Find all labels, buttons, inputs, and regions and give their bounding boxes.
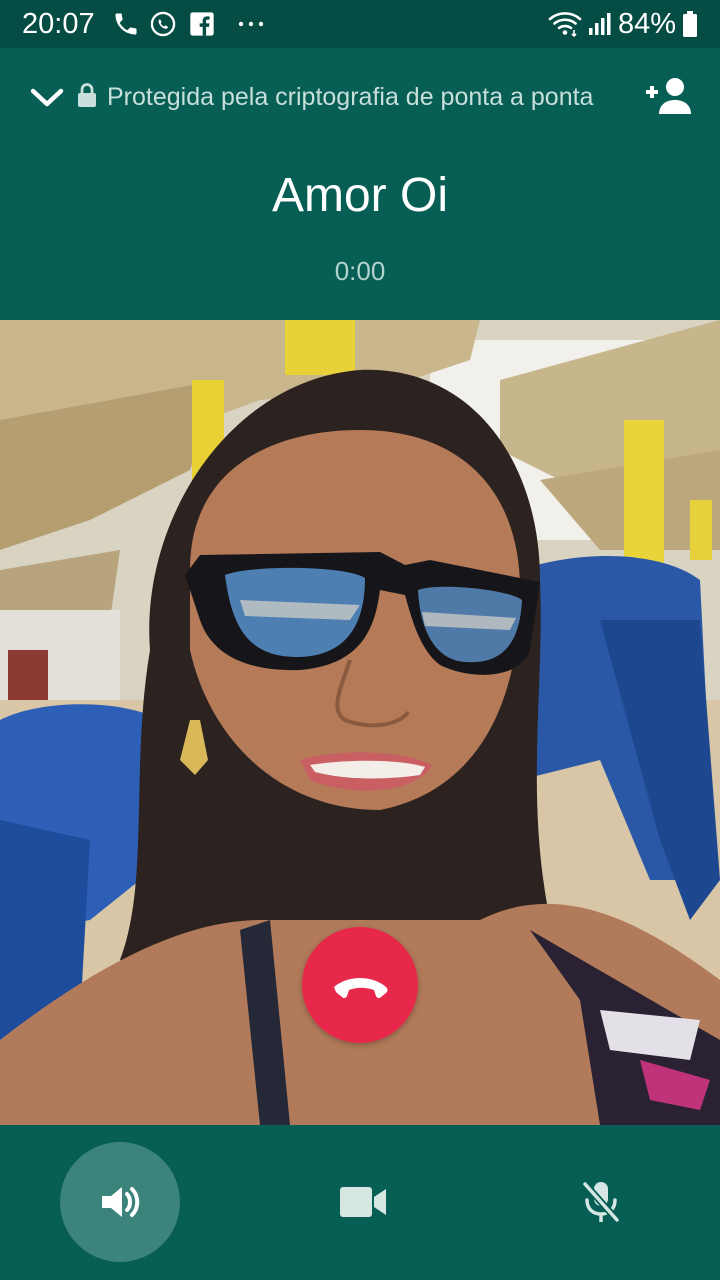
signal-icon bbox=[589, 13, 611, 35]
contact-name: Amor Oi bbox=[271, 169, 448, 222]
encryption-notice: Protegida pela criptografia de ponta a p… bbox=[107, 83, 594, 111]
call-controls bbox=[0, 1125, 720, 1280]
end-call-icon bbox=[334, 978, 388, 999]
end-call-button[interactable] bbox=[302, 927, 418, 1043]
speaker-button[interactable] bbox=[60, 1142, 180, 1262]
wifi-icon bbox=[548, 12, 582, 38]
more-dots-icon bbox=[238, 21, 264, 27]
battery-percent: 84% bbox=[618, 8, 677, 40]
battery-icon bbox=[683, 11, 697, 37]
speaker-icon bbox=[102, 1187, 140, 1217]
lock-icon bbox=[78, 83, 96, 107]
chevron-down-icon[interactable] bbox=[28, 82, 66, 112]
call-duration: 0:00 bbox=[334, 256, 386, 286]
microphone-muted-icon bbox=[582, 1181, 620, 1223]
call-header: Protegida pela criptografia de ponta a p… bbox=[0, 48, 720, 320]
status-bar: 20:07 84% bbox=[0, 0, 720, 48]
status-time: 20:07 bbox=[22, 8, 95, 40]
whatsapp-icon bbox=[150, 11, 176, 37]
video-button[interactable] bbox=[303, 1142, 423, 1262]
video-camera-icon bbox=[340, 1187, 386, 1217]
phone-call-icon bbox=[115, 13, 137, 35]
facebook-icon bbox=[190, 12, 214, 36]
mute-button[interactable] bbox=[541, 1142, 661, 1262]
add-participant-icon[interactable] bbox=[644, 76, 692, 116]
contact-video bbox=[0, 320, 720, 1125]
